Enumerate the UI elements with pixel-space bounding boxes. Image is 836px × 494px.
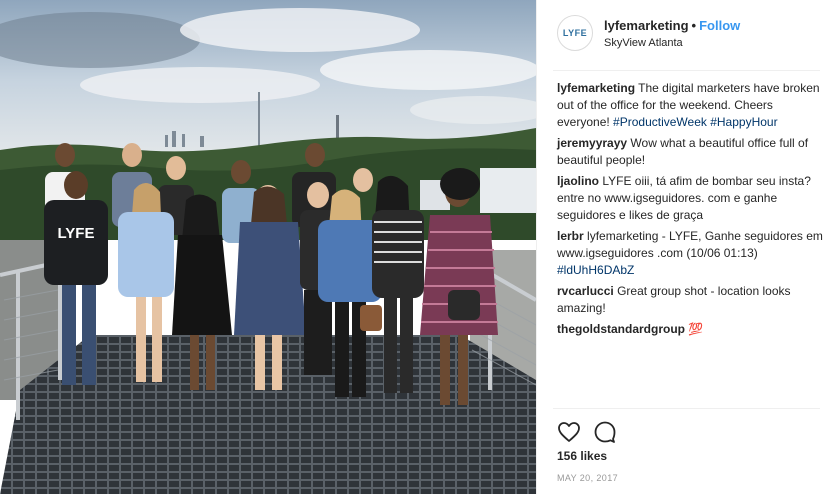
hashtag-link[interactable]: #ldUhH6DAbZ: [557, 263, 634, 277]
avatar[interactable]: LYFE: [557, 15, 593, 51]
post-details-panel: LYFE lyfemarketing • Follow SkyView Atlant…: [536, 0, 836, 494]
header-username[interactable]: lyfemarketing: [604, 18, 689, 33]
post-date[interactable]: MAY 20, 2017: [557, 473, 618, 483]
header-dot: •: [691, 18, 697, 33]
actions-divider: [553, 408, 820, 409]
avatar-logo-text: LYFE: [562, 28, 588, 38]
comments-list: lyfemarketing The digital marketers have…: [557, 80, 823, 342]
caption: lyfemarketing The digital marketers have…: [557, 80, 823, 131]
heart-icon[interactable]: [557, 420, 581, 444]
shirt-logo-text: LYFE: [58, 225, 95, 242]
comment-username[interactable]: rvcarlucci: [557, 284, 614, 298]
comment-item: ljaolino LYFE oiii, tá afim de bombar se…: [557, 173, 823, 224]
comment-item: jeremyyrayy Wow what a beautiful office …: [557, 135, 823, 169]
header-divider: [553, 70, 820, 71]
comment-icon[interactable]: [593, 420, 617, 444]
comment-username[interactable]: jeremyyrayy: [557, 136, 627, 150]
post-photo[interactable]: LYFE: [0, 0, 536, 494]
follow-button[interactable]: Follow: [699, 18, 740, 33]
caption-username[interactable]: lyfemarketing: [557, 81, 635, 95]
header-user-line: lyfemarketing • Follow: [604, 18, 740, 33]
hashtag-link[interactable]: #HappyHour: [710, 115, 777, 129]
likes-count[interactable]: 156 likes: [557, 449, 607, 463]
comment-emoji: 💯: [688, 322, 704, 336]
comment-username[interactable]: ljaolino: [557, 174, 599, 188]
comment-username[interactable]: lerbr: [557, 229, 584, 243]
comment-item: lerbr lyfemarketing - LYFE, Ganhe seguid…: [557, 228, 823, 279]
comment-text: lyfemarketing - LYFE, Ganhe seguidores e…: [557, 229, 823, 260]
comment-item: thegoldstandardgroup 💯: [557, 321, 823, 338]
comment-item: rvcarlucci Great group shot - location l…: [557, 283, 823, 317]
post-header: LYFE lyfemarketing • Follow SkyView Atlant…: [537, 0, 836, 70]
comment-username[interactable]: thegoldstandardgroup: [557, 322, 685, 336]
group-photo-illustration: LYFE: [0, 0, 536, 494]
hashtag-link[interactable]: #ProductiveWeek: [613, 115, 707, 129]
location-link[interactable]: SkyView Atlanta: [604, 37, 683, 49]
